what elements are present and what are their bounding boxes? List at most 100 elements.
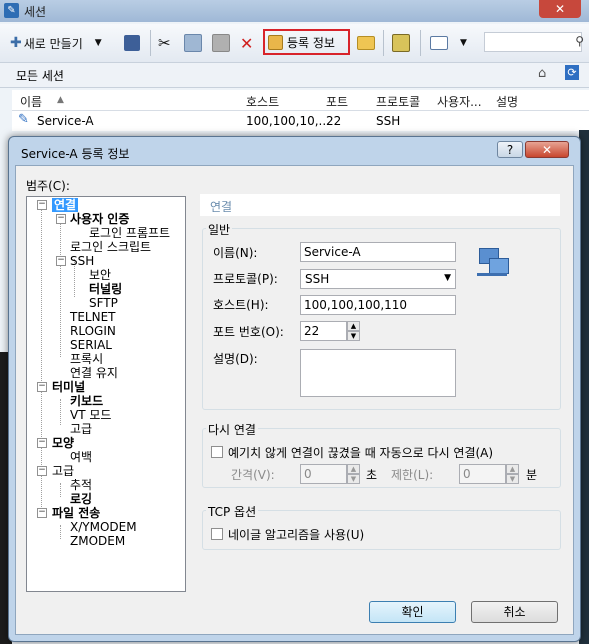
ok-button[interactable]: 확인 [369,601,456,623]
expand-toggle-appearance[interactable]: − [37,438,47,448]
window-title: 세션 [24,5,47,19]
new-session-button[interactable]: ✚ 새로 만들기 ▼ [10,32,102,54]
dialog-title: Service-A 등록 정보 [21,147,130,161]
interval-unit: 초 [366,468,378,482]
dialog-close-button[interactable]: ✕ [525,141,569,158]
view-icon[interactable]: ▼ [430,32,467,54]
auto-reconnect-checkbox[interactable] [211,446,223,458]
category-tree[interactable]: − 연결 − 사용자 인증 로그인 프롬프트 로그인 스크립트 − SSH 보안… [26,196,186,592]
tree-item-zmodem[interactable]: ZMODEM [70,534,125,548]
register-info-button[interactable]: 등록 정보 [263,29,350,55]
delete-icon[interactable]: ✕ [240,32,253,54]
toolbar-separator [420,30,421,56]
tree-item-tunneling[interactable]: 터널링 [89,282,122,296]
expand-toggle-file-transfer[interactable]: − [37,508,47,518]
tree-item-terminal[interactable]: 터미널 [52,380,85,394]
tree-item-vt-mode[interactable]: VT 모드 [70,408,111,422]
tree-item-proxy[interactable]: 프록시 [70,352,103,366]
refresh-icon[interactable]: ⟳ [565,65,579,80]
expand-toggle-ssh[interactable]: − [56,256,66,266]
description-label: 설명(D): [213,352,258,366]
tree-item-security[interactable]: 보안 [89,268,111,282]
port-increment-icon[interactable]: ▲ [347,321,360,331]
interval-field[interactable]: 0 [300,464,347,484]
description-field[interactable] [300,349,456,397]
limit-decrement-icon[interactable]: ▼ [506,474,519,484]
tree-item-sftp[interactable]: SFTP [89,296,118,310]
tree-item-connection[interactable]: 연결 [52,198,79,212]
session-properties-icon[interactable] [392,32,410,54]
tree-item-trace[interactable]: 추적 [70,478,92,492]
tree-item-advanced[interactable]: 고급 [52,464,74,478]
tree-item-serial[interactable]: SERIAL [70,338,112,352]
session-protocol: SSH [376,114,401,128]
tree-item-xymodem[interactable]: X/YMODEM [70,520,137,534]
protocol-label: 프로토콜(P): [213,272,278,286]
session-name: Service-A [37,114,94,128]
all-sessions-bar: 모든 세션 ⌂ ⟳ [0,63,589,88]
interval-increment-icon[interactable]: ▲ [347,464,360,474]
expand-toggle-terminal[interactable]: − [37,382,47,392]
tree-item-rlogin[interactable]: RLOGIN [70,324,116,338]
chevron-down-icon: ▼ [460,38,467,48]
tree-item-login-script[interactable]: 로그인 스크립트 [70,240,151,254]
toolbar-separator [150,30,151,56]
expand-toggle-connection[interactable]: − [37,200,47,210]
nagle-checkbox[interactable] [211,528,223,540]
tree-item-terminal-advanced[interactable]: 고급 [70,422,92,436]
dialog-body: 범주(C): − 연결 − 사용자 인증 로그인 프롬프트 로그인 스크립트 −… [15,165,574,635]
help-button[interactable]: ? [497,141,523,158]
host-label: 호스트(H): [213,298,269,312]
tree-item-keyboard[interactable]: 키보드 [70,394,103,408]
folder-icon[interactable] [357,32,375,54]
table-row[interactable]: ✎ Service-A 100,100,10,... 22 SSH [12,111,589,131]
section-title: 연결 [210,200,233,214]
tree-item-ssh[interactable]: SSH [70,254,94,268]
search-input[interactable]: ⚲ [484,32,584,52]
name-field[interactable]: Service-A [300,242,456,262]
column-header-host[interactable]: 호스트 [246,93,279,110]
title-bar: ✎ 세션 ✕ [0,0,589,22]
toolbar: ✚ 새로 만들기 ▼ ✂ ✕ 등록 정보 ▼ ⚲ [0,24,589,63]
interval-label: 간격(V): [231,468,275,482]
cut-icon[interactable]: ✂ [158,32,171,54]
port-decrement-icon[interactable]: ▼ [347,331,360,341]
column-header-protocol[interactable]: 프로토콜 [376,93,420,110]
tree-item-login-prompt[interactable]: 로그인 프롬프트 [89,226,170,240]
new-session-icon: ✚ [10,35,22,51]
chevron-down-icon: ▼ [444,273,451,283]
expand-toggle-advanced[interactable]: − [37,466,47,476]
home-icon[interactable]: ⌂ [538,66,546,81]
save-icon[interactable] [124,32,140,54]
port-field[interactable]: 22 [300,321,347,341]
column-header-user[interactable]: 사용자... [437,93,482,110]
interval-decrement-icon[interactable]: ▼ [347,474,360,484]
general-group-label: 일반 [206,221,233,238]
expand-toggle-user-auth[interactable]: − [56,214,66,224]
port-label: 포트 번호(O): [213,325,284,339]
column-header-name[interactable]: 이름 [20,93,42,110]
tree-item-keep-alive[interactable]: 연결 유지 [70,366,118,380]
session-table-header: 이름 ▲ 호스트 포트 프로토콜 사용자... 설명 [12,90,589,111]
tree-item-user-auth[interactable]: 사용자 인증 [70,212,129,226]
host-field[interactable]: 100,100,100,110 [300,295,456,315]
tree-line [60,217,61,357]
tree-item-file-transfer[interactable]: 파일 전송 [52,506,100,520]
auto-reconnect-label: 예기치 않게 연결이 끊겼을 때 자동으로 다시 연결(A) [228,446,494,460]
tree-item-telnet[interactable]: TELNET [70,310,116,324]
column-header-description[interactable]: 설명 [496,93,518,110]
tree-item-logging[interactable]: 로깅 [70,492,92,506]
limit-field[interactable]: 0 [459,464,506,484]
window-close-button[interactable]: ✕ [539,0,581,18]
tree-item-appearance[interactable]: 모양 [52,436,74,450]
cancel-button[interactable]: 취소 [471,601,558,623]
copy-icon[interactable] [184,32,202,54]
tree-item-margin[interactable]: 여백 [70,450,92,464]
protocol-select[interactable]: SSH ▼ [300,269,456,289]
column-header-port[interactable]: 포트 [326,93,348,110]
reconnect-group-label: 다시 연결 [206,421,258,438]
paste-icon[interactable] [212,32,230,54]
properties-icon [268,34,283,50]
limit-increment-icon[interactable]: ▲ [506,464,519,474]
protocol-value: SSH [305,272,330,286]
